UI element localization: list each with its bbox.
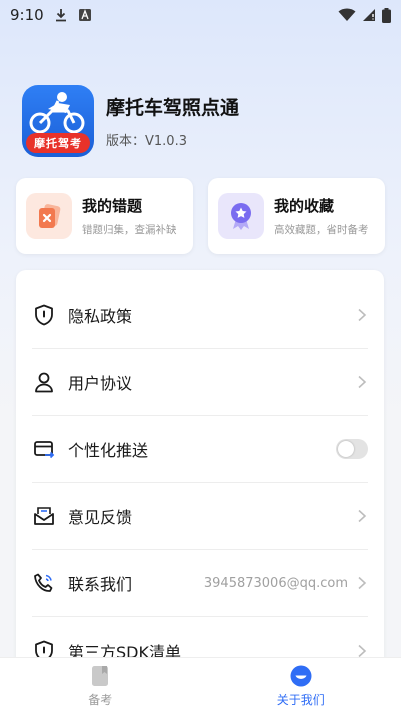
contact-email: 3945873006@qq.com	[203, 575, 348, 591]
tab-label: 关于我们	[276, 692, 325, 707]
status-bar: 9:10	[0, 0, 401, 30]
app-header: 摩托驾考 摩托车驾照点通 版本：V1.0.3	[22, 85, 239, 157]
menu-item-feedback[interactable]: 意见反馈	[32, 483, 368, 550]
app-version: 版本：V1.0.3	[106, 134, 187, 149]
battery-icon	[382, 7, 391, 23]
app-name: 摩托车驾照点通	[106, 97, 240, 119]
favorites-card[interactable]: 我的收藏 高效藏题，省时备考	[208, 178, 385, 254]
about-icon	[290, 665, 312, 686]
personalized-push-toggle[interactable]	[336, 439, 368, 459]
wrong-questions-subtitle: 错题归集，查漏补缺	[82, 224, 177, 236]
chevron-right-icon	[358, 576, 367, 590]
chevron-right-icon	[358, 375, 367, 389]
bottom-tab-bar: 备考 关于我们	[0, 657, 401, 714]
push-card-icon	[34, 441, 55, 459]
menu-label: 隐私政策	[68, 307, 133, 326]
wrong-questions-card[interactable]: 我的错题 错题归集，查漏补缺	[16, 178, 193, 254]
settings-menu: 隐私政策 用户协议 个性化推送 意见反馈 联系我们 3945873006@qq.…	[16, 270, 384, 690]
phone-icon	[34, 573, 53, 592]
menu-item-privacy-policy[interactable]: 隐私政策	[32, 282, 368, 349]
menu-label: 意见反馈	[68, 508, 133, 527]
tab-label: 备考	[88, 692, 113, 707]
favorites-badge-icon	[231, 203, 251, 230]
book-icon	[92, 665, 109, 686]
user-icon	[35, 372, 53, 393]
wrong-questions-title: 我的错题	[82, 197, 143, 215]
menu-label: 个性化推送	[68, 441, 149, 460]
signal-icon	[363, 9, 375, 21]
font-a-icon	[78, 9, 91, 21]
tab-exam-prep[interactable]: 备考	[0, 658, 201, 714]
chevron-right-icon	[358, 644, 367, 657]
menu-item-user-agreement[interactable]: 用户协议	[32, 349, 368, 416]
wifi-icon	[338, 8, 356, 21]
wrong-questions-icon	[39, 204, 61, 228]
chevron-right-icon	[358, 509, 367, 523]
menu-label: 用户协议	[68, 374, 133, 393]
favorites-subtitle: 高效藏题，省时备考	[274, 224, 369, 236]
menu-item-contact-us[interactable]: 联系我们 3945873006@qq.com	[32, 550, 368, 617]
download-icon	[55, 9, 66, 22]
tab-about-us[interactable]: 关于我们	[201, 658, 401, 714]
feedback-icon	[34, 507, 54, 525]
menu-label: 联系我们	[68, 575, 133, 594]
favorites-title: 我的收藏	[274, 197, 335, 215]
status-time: 9:10	[10, 6, 44, 24]
chevron-right-icon	[358, 308, 367, 322]
app-logo-banner: 摩托驾考	[26, 133, 90, 153]
shield-icon	[35, 304, 53, 326]
app-logo: 摩托驾考	[22, 85, 94, 157]
menu-item-personalized-push: 个性化推送	[32, 416, 368, 483]
